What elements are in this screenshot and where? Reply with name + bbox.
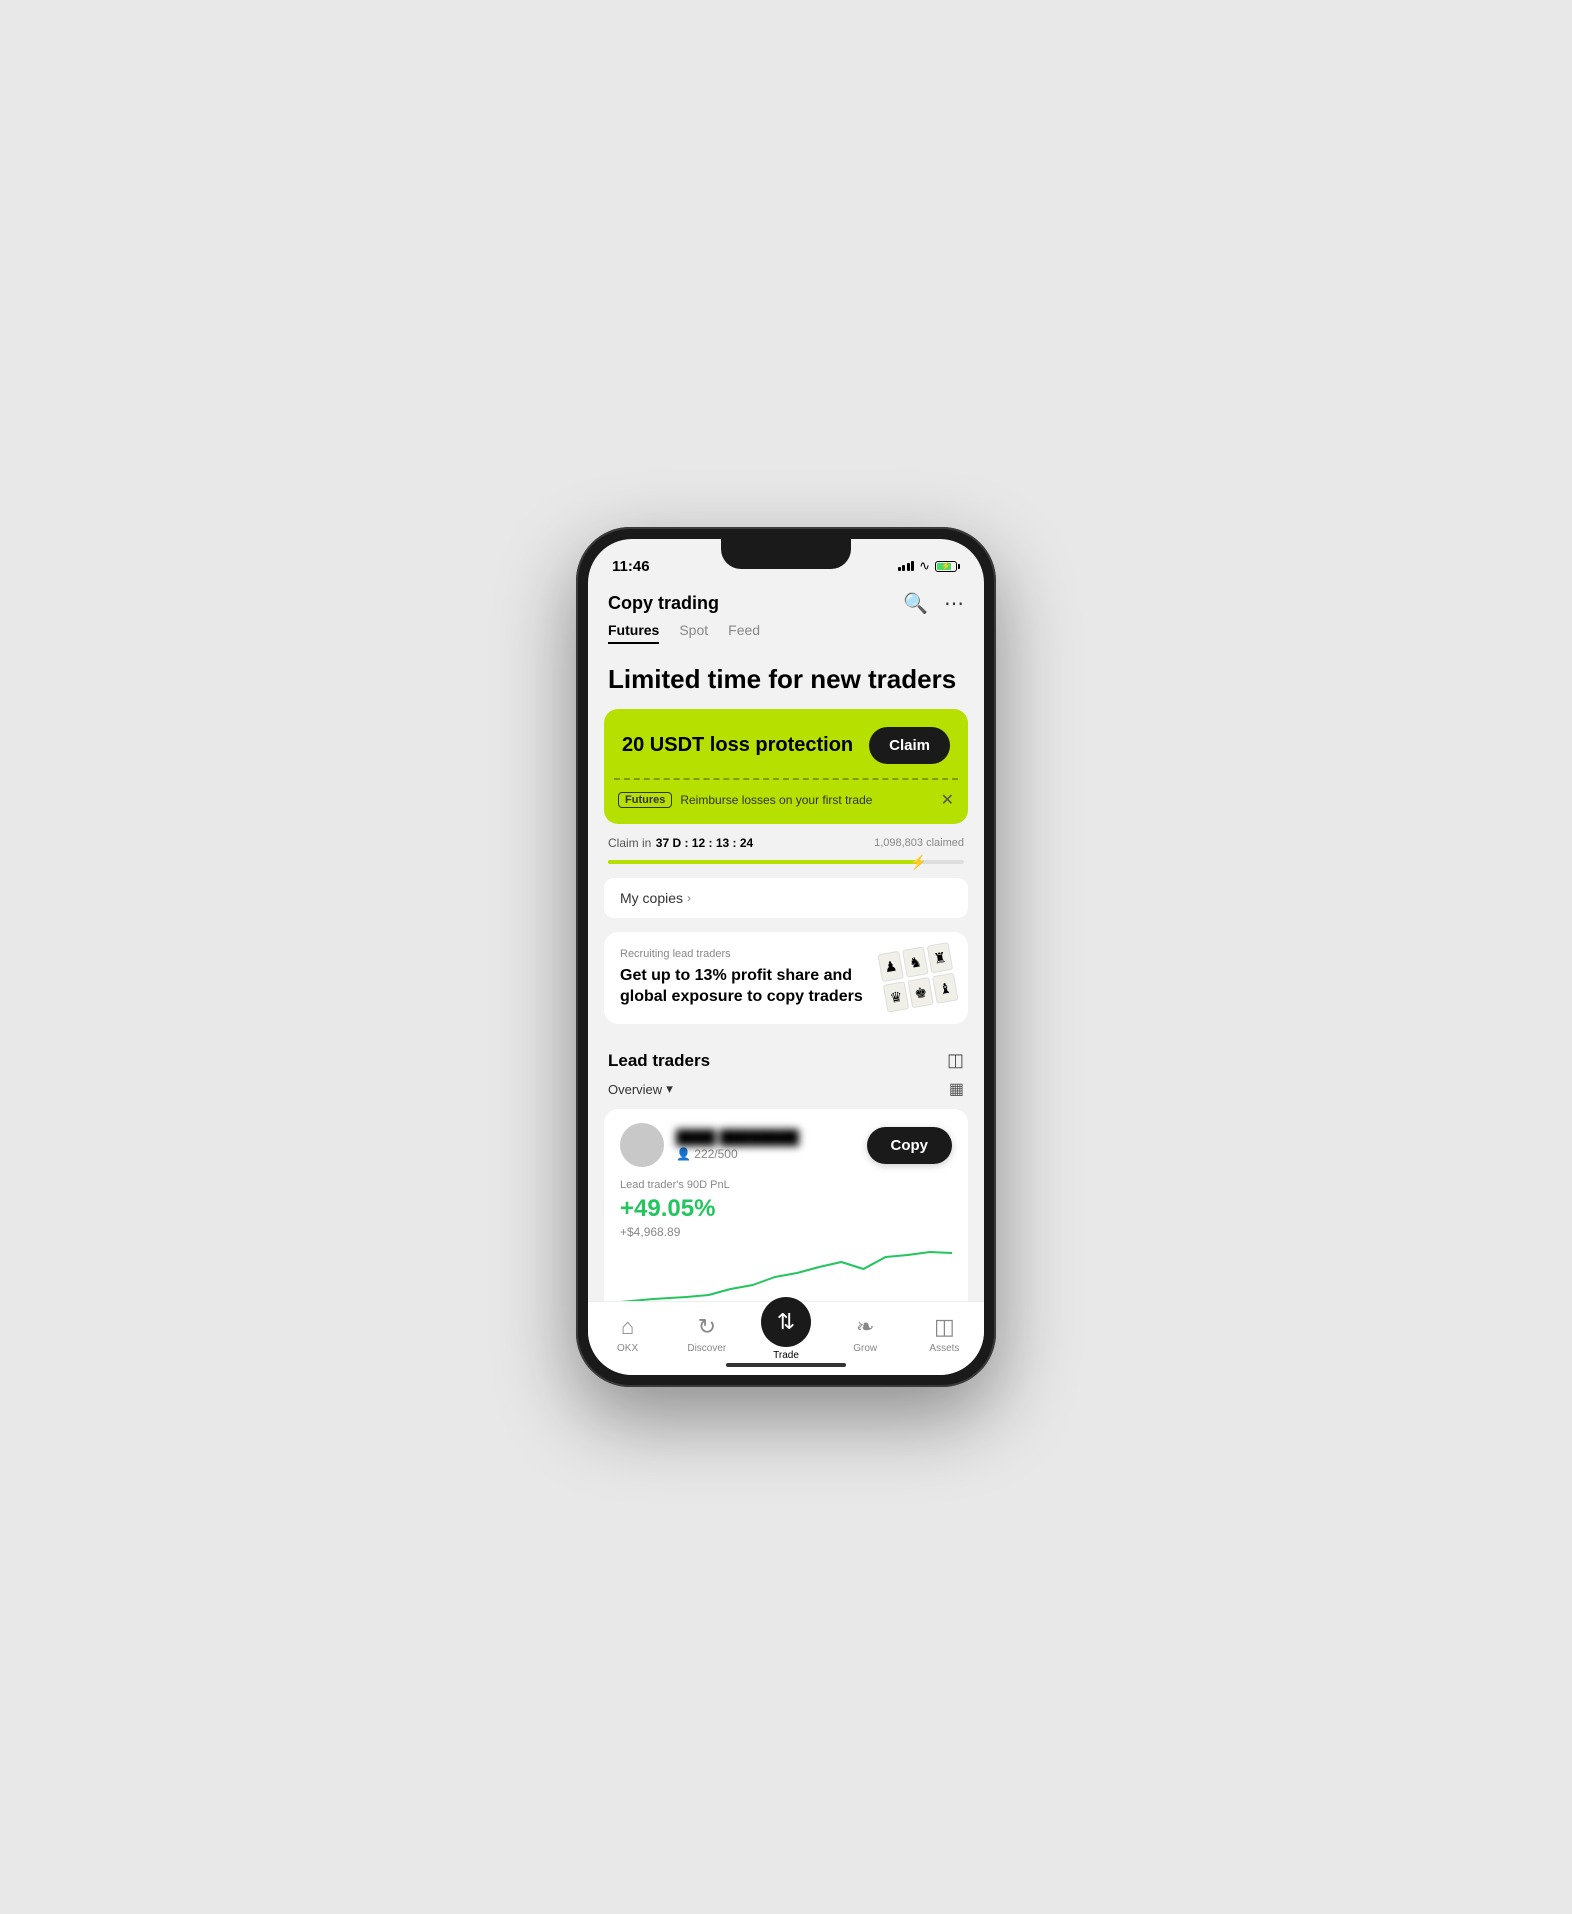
- progress-track: ⚡: [608, 860, 964, 864]
- nav-item-grow[interactable]: ❧ Grow: [826, 1314, 905, 1354]
- overview-button[interactable]: Overview ▾: [608, 1081, 673, 1097]
- tab-futures[interactable]: Futures: [608, 622, 659, 644]
- battery-icon: ⚡: [935, 561, 960, 572]
- nav-label-discover: Discover: [687, 1343, 726, 1354]
- recruiting-label: Recruiting lead traders: [620, 948, 872, 960]
- claim-in-label: Claim in: [608, 836, 651, 850]
- phone-frame: 11:46 ∿ ⚡ Copy tra: [576, 527, 996, 1387]
- futures-badge: Futures: [618, 792, 672, 808]
- promo-bottom: Futures Reimburse losses on your first t…: [604, 780, 968, 824]
- avatar: [620, 1123, 664, 1167]
- nav-label-grow: Grow: [853, 1343, 877, 1354]
- trader-card: ████ ████████ 👤 222/500 Copy Lead trader…: [604, 1109, 968, 1301]
- recruiting-content: Recruiting lead traders Get up to 13% pr…: [620, 948, 872, 1008]
- promo-subtitle: Reimburse losses on your first trade: [680, 793, 872, 807]
- timer-left: Claim in 37 D : 12 : 13 : 24: [608, 834, 753, 852]
- promo-banner: 20 USDT loss protection Claim Futures Re…: [604, 709, 968, 824]
- overview-label: Overview: [608, 1082, 662, 1097]
- grow-icon: ❧: [856, 1314, 874, 1340]
- home-indicator: [726, 1363, 846, 1367]
- trader-details: ████ ████████ 👤 222/500: [676, 1129, 799, 1161]
- pnl-usd: +$4,968.89: [620, 1225, 952, 1239]
- pnl-label: Lead trader's 90D PnL: [620, 1179, 952, 1191]
- close-promo-icon[interactable]: ✕: [941, 790, 954, 810]
- tab-spot[interactable]: Spot: [679, 622, 708, 644]
- chess-cards-icon: ♟ ♞ ♜ ♛ ♚ ♝: [877, 943, 956, 1013]
- progress-fill: ⚡: [608, 860, 921, 864]
- page-title: Copy trading: [608, 593, 719, 614]
- trader-header: ████ ████████ 👤 222/500 Copy: [620, 1123, 952, 1167]
- notch: [721, 539, 851, 569]
- assets-icon: ◫: [934, 1314, 955, 1340]
- trader-name: ████ ████████: [676, 1129, 799, 1145]
- claimed-count: 1,098,803 claimed: [874, 837, 964, 849]
- lightning-icon: ⚡: [910, 854, 927, 871]
- discover-icon: ↻: [698, 1314, 716, 1340]
- nav-label-assets: Assets: [929, 1343, 959, 1354]
- signal-icon: [898, 561, 915, 571]
- progress-bar-section: ⚡: [588, 856, 984, 878]
- copy-button[interactable]: Copy: [867, 1127, 953, 1164]
- trade-center-button[interactable]: ⇅: [761, 1297, 811, 1347]
- promo-top: 20 USDT loss protection Claim: [604, 709, 968, 778]
- trader-info: ████ ████████ 👤 222/500: [620, 1123, 799, 1167]
- nav-item-okx[interactable]: ⌂ OKX: [588, 1314, 667, 1354]
- header-actions: 🔍 ⋯: [903, 591, 964, 616]
- trader-followers: 👤 222/500: [676, 1147, 799, 1161]
- home-icon: ⌂: [621, 1314, 634, 1340]
- trade-icon: ⇅: [777, 1309, 795, 1335]
- section-grid-icon[interactable]: ◫: [947, 1050, 964, 1071]
- recruiting-section: Recruiting lead traders Get up to 13% pr…: [604, 932, 968, 1024]
- mini-chart: [620, 1247, 952, 1301]
- nav-label-trade: Trade: [773, 1350, 799, 1361]
- recruiting-text: Get up to 13% profit share and global ex…: [620, 966, 872, 1008]
- more-icon[interactable]: ⋯: [944, 591, 964, 616]
- nav-item-discover[interactable]: ↻ Discover: [667, 1314, 746, 1354]
- nav-item-trade[interactable]: ⇅ Trade: [746, 1307, 825, 1361]
- claim-button[interactable]: Claim: [869, 727, 950, 764]
- phone-screen: 11:46 ∿ ⚡ Copy tra: [588, 539, 984, 1375]
- hero-heading: Limited time for new traders: [588, 654, 984, 709]
- tab-feed[interactable]: Feed: [728, 622, 760, 644]
- status-icons: ∿ ⚡: [898, 558, 960, 574]
- my-copies-label: My copies: [620, 890, 683, 906]
- chevron-down-icon: ▾: [666, 1081, 673, 1097]
- timer-value: 37 D : 12 : 13 : 24: [656, 836, 753, 850]
- tabs-bar: Futures Spot Feed: [588, 622, 984, 654]
- claim-timer: Claim in 37 D : 12 : 13 : 24 1,098,803 c…: [588, 824, 984, 856]
- nav-label-okx: OKX: [617, 1343, 638, 1354]
- chart-svg: [620, 1247, 952, 1301]
- nav-item-assets[interactable]: ◫ Assets: [905, 1314, 984, 1354]
- recruiting-illustration: ♟ ♞ ♜ ♛ ♚ ♝: [882, 948, 952, 1008]
- header: Copy trading 🔍 ⋯: [588, 583, 984, 622]
- filter-icon[interactable]: ▦: [949, 1079, 964, 1099]
- pnl-value: +49.05%: [620, 1195, 952, 1223]
- section-header: Lead traders ◫: [588, 1040, 984, 1079]
- status-time: 11:46: [612, 558, 650, 575]
- promo-text: 20 USDT loss protection: [622, 734, 869, 757]
- overview-row: Overview ▾ ▦: [588, 1079, 984, 1109]
- wifi-icon: ∿: [919, 558, 930, 574]
- my-copies-link[interactable]: My copies ›: [604, 878, 968, 918]
- main-content: Limited time for new traders 20 USDT los…: [588, 654, 984, 1301]
- search-icon[interactable]: 🔍: [903, 591, 928, 616]
- section-title: Lead traders: [608, 1051, 710, 1071]
- my-copies-arrow: ›: [687, 891, 691, 905]
- promo-details: Futures Reimburse losses on your first t…: [618, 792, 872, 808]
